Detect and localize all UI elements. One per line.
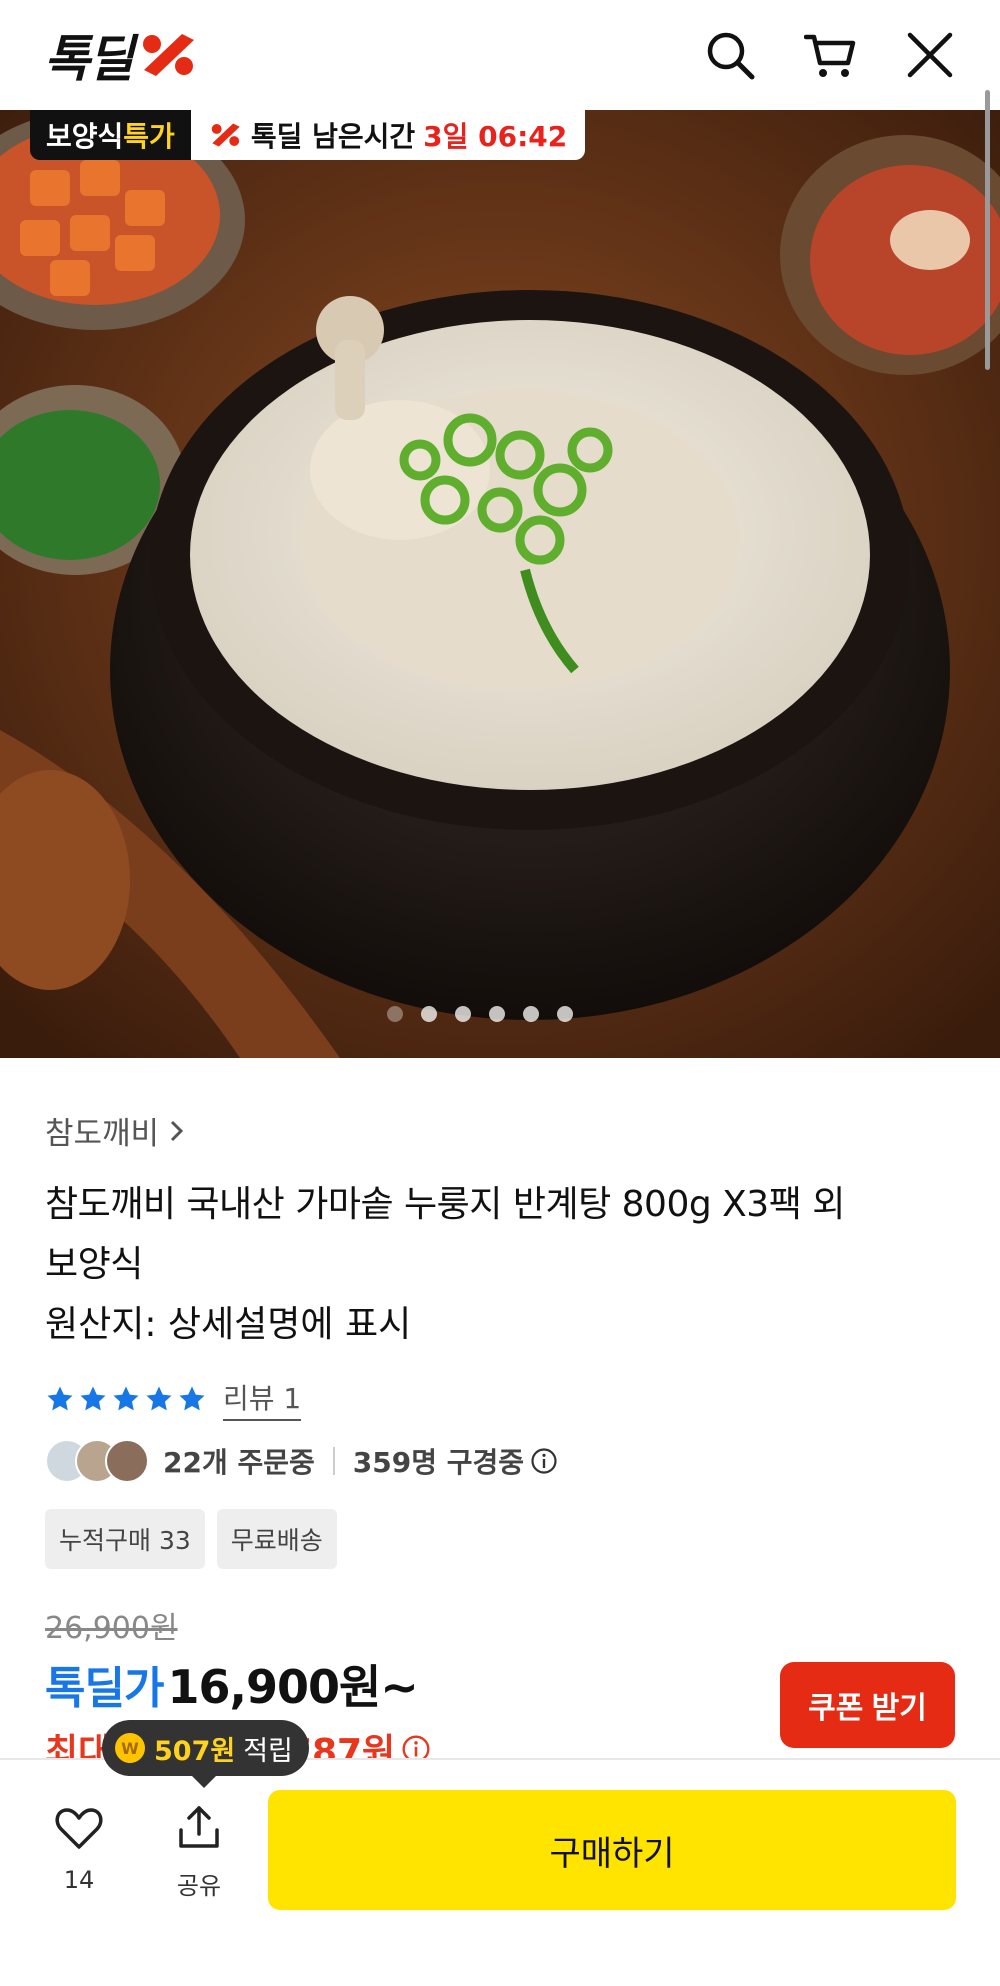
carousel-dots [0,1006,1000,1022]
logo-text: 톡딜 [44,30,134,88]
star-icon [146,1386,172,1411]
origin-text: 원산지: 상세설명에 표시 [45,1304,412,1345]
viewing-count: 359명 구경중 [352,1446,525,1479]
logo-percent-mark [143,34,194,76]
share-label: 공유 [176,1872,222,1900]
coin-icon: W [115,1733,145,1763]
svg-text:W: W [121,1739,139,1758]
social-proof-row: 22개 주문중 359명 구경중 [45,1439,965,1483]
rating-row: 리뷰 1 [45,1377,965,1421]
remaining-time-tag: 톡딜 남은시간 3일 06:42 [190,110,586,160]
star-rating [45,1384,207,1414]
buy-button[interactable]: 구매하기 [268,1790,956,1910]
carousel-dot[interactable] [557,1006,573,1022]
carousel-dot[interactable] [489,1006,505,1022]
avatar [105,1439,149,1483]
ordering-count: 22개 주문중 [163,1446,315,1479]
deal-timer-banner: 보양식 특가 톡딜 남은시간 3일 06:42 [30,110,586,160]
star-icon [113,1386,139,1411]
scrollbar[interactable] [985,90,990,370]
like-button[interactable]: 14 [39,1802,119,1894]
carousel-dot[interactable] [523,1006,539,1022]
search-icon[interactable] [704,29,756,81]
cumulative-purchase-badge: 누적구매 33 [45,1509,205,1569]
remaining-time-value: 3일 06:42 [423,120,568,153]
product-image-carousel[interactable]: 보양식 특가 톡딜 남은시간 3일 06:42 [0,110,1000,1058]
info-icon[interactable] [530,1447,558,1475]
percent-icon [211,123,240,147]
points-suffix: 적립 [243,1735,293,1767]
remaining-time-label: 톡딜 남은시간 [250,120,416,153]
top-header: 톡딜 [0,0,1000,110]
category-tag: 보양식 특가 [30,110,191,160]
original-price: 26,900원 [45,1611,178,1646]
carousel-dot[interactable] [387,1006,403,1022]
coupon-button[interactable]: 쿠폰 받기 [780,1662,955,1748]
share-icon [179,1806,219,1848]
samgyetang-photo [0,110,1000,1058]
badge-chips: 누적구매 33 무료배송 [45,1509,965,1569]
star-icon [179,1386,205,1411]
product-page: 톡딜 보양식 특가 톡딜 남은시간 3일 06:42 참도깨비 참도깨비 국내산… [0,0,1000,1986]
star-icon [80,1386,106,1411]
chevron-right-icon [171,1120,184,1141]
brand-name: 참도깨비 [45,1116,160,1152]
points-amount: 507원 [154,1735,236,1767]
divider [332,1447,335,1475]
cart-icon[interactable] [803,29,856,81]
review-link[interactable]: 리뷰 1 [223,1377,302,1421]
star-icon [47,1386,73,1411]
share-button[interactable]: 공유 [159,1802,239,1901]
heart-icon [55,1808,103,1849]
free-shipping-badge: 무료배송 [216,1509,337,1569]
carousel-dot[interactable] [421,1006,437,1022]
brand-link[interactable]: 참도깨비 [45,1108,965,1153]
deal-price-label: 톡딜가 [45,1663,164,1714]
carousel-dot[interactable] [455,1006,471,1022]
talkdeal-logo[interactable]: 톡딜 [44,19,200,91]
like-count: 14 [63,1866,95,1894]
product-title: 참도깨비 국내산 가마솥 누룽지 반계탕 800g X3팩 외 보양식 [45,1184,845,1285]
bottom-action-bar: 14 공유 구매하기 [0,1758,1000,1986]
close-icon[interactable] [904,29,956,81]
points-tooltip: W 507원 적립 [102,1720,309,1788]
buyer-avatars [45,1439,149,1483]
deal-price: 16,900원~ [167,1660,418,1714]
